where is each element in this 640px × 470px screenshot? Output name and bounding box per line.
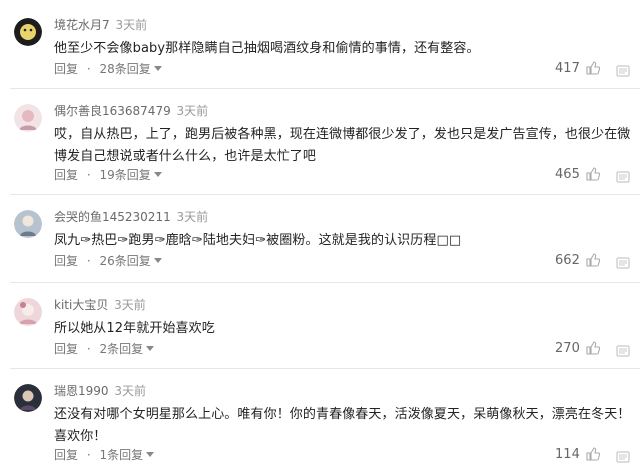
more-menu-icon[interactable] [616,62,630,77]
divider [10,88,640,89]
separator: · [86,168,91,182]
like-button[interactable]: 114 [555,446,601,467]
divider [10,368,640,369]
thumbs-up-icon [586,341,601,361]
comment-meta: kiti大宝贝 3天前 [54,296,146,314]
like-button[interactable]: 270 [555,340,601,361]
comment-actions: 回复 · 1条回复 [54,446,155,464]
username[interactable]: 会哭的鱼145230211 [54,210,171,224]
divider [10,282,640,283]
like-button[interactable]: 465 [555,166,601,187]
comment-actions: 回复 · 19条回复 [54,166,162,184]
comment-text: 他至少不会像baby那样隐瞒自己抽烟喝酒纹身和偷情的事情，还有整容。 [54,41,480,56]
comment-meta: 偶尔善良163687479 3天前 [54,102,208,120]
username[interactable]: 境花水月7 [54,18,110,32]
username[interactable]: 偶尔善良163687479 [54,104,171,118]
comment-meta: 会哭的鱼145230211 3天前 [54,208,208,226]
view-replies-button[interactable]: 28条回复 [100,62,162,76]
timestamp: 3天前 [176,104,209,118]
comment-text: 凤九✑热巴✑跑男✑鹿晗✑陆地夫妇✑被圈粉。这就是我的认识历程□□ [54,233,462,248]
more-menu-icon[interactable] [616,168,630,183]
chevron-down-icon [146,452,155,457]
avatar[interactable] [14,298,42,326]
comment-actions: 回复 · 28条回复 [54,60,162,78]
comment-actions: 回复 · 26条回复 [54,252,162,270]
avatar-image [14,298,42,326]
chevron-down-icon [146,346,155,351]
reply-button[interactable]: 回复 [54,62,78,76]
avatar[interactable] [14,210,42,238]
replies-count: 19条回复 [99,168,151,182]
like-button[interactable]: 417 [555,60,601,81]
comment-item: 会哭的鱼145230211 3天前 凤九✑热巴✑跑男✑鹿晗✑陆地夫妇✑被圈粉。这… [0,210,640,282]
comment-actions: 回复 · 2条回复 [54,340,155,358]
comment-item: 境花水月7 3天前 他至少不会像baby那样隐瞒自己抽烟喝酒纹身和偷情的事情，还… [0,18,640,88]
chevron-down-icon [153,66,162,71]
avatar-image [14,384,42,412]
avatar-image [14,210,42,238]
replies-count: 2条回复 [99,342,144,356]
chevron-down-icon [153,172,162,177]
comment-meta: 瑞恩1990 3天前 [54,382,146,400]
view-replies-button[interactable]: 1条回复 [100,448,155,462]
avatar-image [14,104,42,132]
separator: · [86,62,91,76]
view-replies-button[interactable]: 2条回复 [100,342,155,356]
separator: · [86,448,91,462]
reply-button[interactable]: 回复 [54,168,78,182]
thumbs-up-icon [586,253,601,273]
thumbs-up-icon [586,61,601,81]
reply-button[interactable]: 回复 [54,342,78,356]
separator: · [86,254,91,268]
more-menu-icon[interactable] [616,254,630,269]
more-menu-icon[interactable] [616,342,630,357]
username[interactable]: 瑞恩1990 [54,384,109,398]
like-count: 662 [555,253,580,268]
like-count: 417 [555,61,580,76]
like-count: 465 [555,167,580,182]
comment-item: kiti大宝贝 3天前 所以她从12年就开始喜欢吃 回复 · 2条回复 270 [0,298,640,368]
like-button[interactable]: 662 [555,252,601,273]
comment-meta: 境花水月7 3天前 [54,16,147,34]
divider [10,194,640,195]
timestamp: 3天前 [114,298,146,312]
comment-text: 哎，自从热巴，上了，跑男后被各种黑，现在连微博都很少发了，发也只是发广告宣传，也… [54,127,631,164]
timestamp: 3天前 [115,18,148,32]
view-replies-button[interactable]: 26条回复 [100,254,162,268]
thumbs-up-icon [586,447,601,467]
chevron-down-icon [153,258,162,263]
replies-count: 28条回复 [99,62,151,76]
thumbs-up-icon [586,167,601,187]
avatar[interactable] [14,104,42,132]
comment-text: 所以她从12年就开始喜欢吃 [54,321,215,336]
avatar-image [14,18,42,46]
comment-text: 还没有对哪个女明星那么上心。唯有你！你的青春像春天，活泼像夏天，呆萌像秋天，漂亮… [54,407,631,444]
like-count: 114 [555,447,580,462]
timestamp: 3天前 [114,384,147,398]
comment-item: 偶尔善良163687479 3天前 哎，自从热巴，上了，跑男后被各种黑，现在连微… [0,104,640,196]
reply-button[interactable]: 回复 [54,448,78,462]
reply-button[interactable]: 回复 [54,254,78,268]
replies-count: 26条回复 [99,254,151,268]
timestamp: 3天前 [176,210,209,224]
avatar[interactable] [14,18,42,46]
more-menu-icon[interactable] [616,448,630,463]
avatar[interactable] [14,384,42,412]
replies-count: 1条回复 [99,448,144,462]
like-count: 270 [555,341,580,356]
username[interactable]: kiti大宝贝 [54,298,108,312]
view-replies-button[interactable]: 19条回复 [100,168,162,182]
comment-item: 瑞恩1990 3天前 还没有对哪个女明星那么上心。唯有你！你的青春像春天，活泼像… [0,384,640,470]
separator: · [86,342,91,356]
